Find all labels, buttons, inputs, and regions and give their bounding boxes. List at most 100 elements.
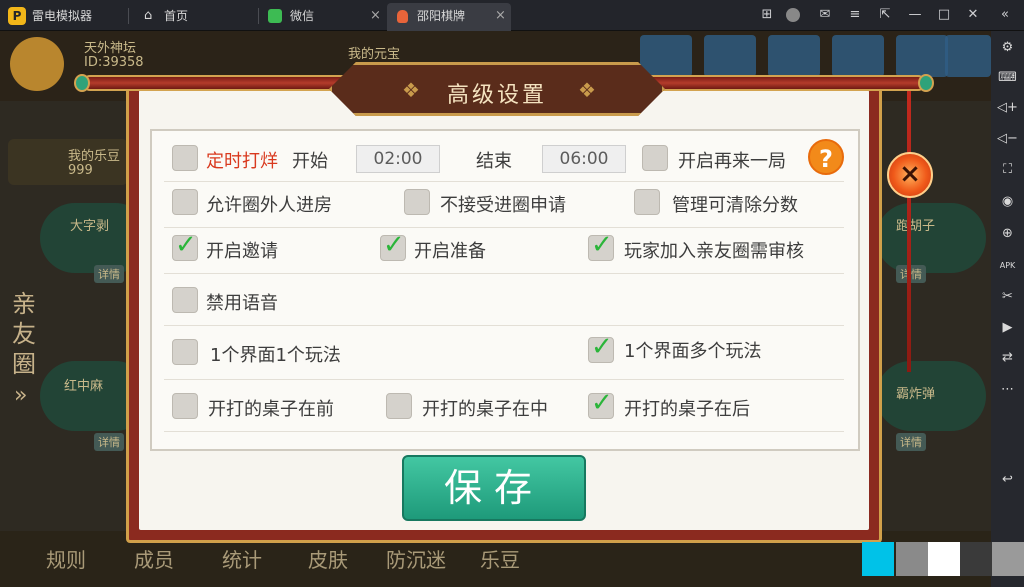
join-review-label: 玩家加入亲友圈需审核 xyxy=(624,241,804,262)
back-button[interactable] xyxy=(10,37,64,91)
color-swatch xyxy=(960,542,992,576)
check-icon: ✓ xyxy=(175,230,197,260)
minimize-icon[interactable]: — xyxy=(906,6,924,24)
enable-ready-label: 开启准备 xyxy=(414,241,486,262)
end-label: 结束 xyxy=(476,151,512,172)
keyboard-icon[interactable]: ⌨ xyxy=(997,67,1018,88)
disable-voice-label: 禁用语音 xyxy=(206,293,278,314)
close-dialog-button[interactable]: × xyxy=(887,152,933,198)
tab-game[interactable]: 邵阳棋牌 × xyxy=(387,3,511,31)
end-time-input[interactable]: 06:00 xyxy=(542,145,626,173)
checkbox-admin-clear-score[interactable] xyxy=(634,189,660,215)
add-window-icon[interactable]: ⊕ xyxy=(997,223,1018,244)
top-tab[interactable] xyxy=(896,35,948,77)
mail-icon[interactable]: ✉ xyxy=(816,6,834,24)
checkbox-reject-join[interactable] xyxy=(404,189,430,215)
detail-badge[interactable]: 详情 xyxy=(94,433,124,451)
scissors-icon[interactable]: ✂ xyxy=(997,286,1018,307)
restore-icon[interactable]: ⇱ xyxy=(876,6,894,24)
advanced-settings-dialog: ❖ 高级设置 ❖ 定时打烊 开始 02:00 结束 06:00 开启再来一局 ?… xyxy=(74,62,934,543)
collapse-icon[interactable]: « xyxy=(996,6,1014,24)
detail-badge[interactable]: 详情 xyxy=(94,265,124,283)
nav-members[interactable]: 成员 xyxy=(134,544,174,573)
row-divider xyxy=(164,273,844,274)
nav-skin[interactable]: 皮肤 xyxy=(308,544,348,573)
nav-stats[interactable]: 统计 xyxy=(222,544,262,573)
title-plaque: ❖ 高级设置 ❖ xyxy=(329,62,665,116)
ledou-value: 999 xyxy=(68,163,93,178)
color-swatch xyxy=(992,542,1024,576)
color-swatch xyxy=(896,542,928,576)
tab-separator xyxy=(128,8,129,24)
settings-gear-icon[interactable]: ⚙ xyxy=(997,37,1018,58)
checkbox-active-tables-first[interactable] xyxy=(172,393,198,419)
fullscreen-icon[interactable]: ⛶ xyxy=(997,159,1018,180)
tab-game-label: 邵阳棋牌 xyxy=(417,9,466,23)
row-divider xyxy=(164,181,844,182)
checkbox-active-tables-middle[interactable] xyxy=(386,393,412,419)
video-icon[interactable]: ▶ xyxy=(997,317,1018,338)
check-icon: ✓ xyxy=(591,230,613,260)
tassel-decoration xyxy=(907,82,911,372)
settings-panel: 定时打烊 开始 02:00 结束 06:00 开启再来一局 ? 允许圈外人进房 … xyxy=(150,129,860,451)
color-swatch xyxy=(928,542,960,576)
table-label: 霸炸弹 xyxy=(896,387,936,402)
close-tab-wechat-icon[interactable]: × xyxy=(370,3,381,29)
checkbox-active-tables-last[interactable]: ✓ xyxy=(588,388,614,419)
top-tab[interactable] xyxy=(945,35,991,77)
check-icon: ✓ xyxy=(591,388,613,418)
checkbox-allow-outsiders[interactable] xyxy=(172,189,198,215)
menu-icon[interactable]: ≡ xyxy=(846,6,864,24)
apk-icon[interactable]: APK xyxy=(997,255,1018,276)
table-label: 跑胡子 xyxy=(896,219,936,234)
tab-home-label: 首页 xyxy=(164,9,189,23)
close-tab-game-icon[interactable]: × xyxy=(495,3,506,29)
checkbox-join-review[interactable]: ✓ xyxy=(588,230,614,261)
tab-separator xyxy=(258,8,259,24)
tab-home[interactable]: ⌂ 首页 xyxy=(140,3,252,31)
sync-icon[interactable]: ⇄ xyxy=(997,347,1018,368)
checkbox-timed-close[interactable] xyxy=(172,145,198,171)
check-icon: ✓ xyxy=(591,332,613,362)
volume-down-icon[interactable]: ◁− xyxy=(997,128,1018,149)
table-label: 大字剥 xyxy=(70,219,110,234)
record-icon[interactable]: ◉ xyxy=(997,191,1018,212)
maximize-icon[interactable]: □ xyxy=(935,6,953,24)
side-label[interactable]: 亲友圈 xyxy=(10,289,38,379)
volume-up-icon[interactable]: ◁+ xyxy=(997,97,1018,118)
start-time-input[interactable]: 02:00 xyxy=(356,145,440,173)
nav-ledou[interactable]: 乐豆 xyxy=(480,544,520,573)
nav-anti-addiction[interactable]: 防沉迷 xyxy=(386,544,446,573)
start-label: 开始 xyxy=(292,151,328,172)
timed-close-label: 定时打烊 xyxy=(206,151,278,172)
nav-rules[interactable]: 规则 xyxy=(46,544,86,573)
tab-wechat[interactable]: 微信 × xyxy=(264,3,384,31)
wechat-icon xyxy=(268,9,282,23)
checkbox-restart-round[interactable] xyxy=(642,145,668,171)
side-arrow: » xyxy=(14,383,28,408)
game-icon xyxy=(397,10,408,23)
detail-badge[interactable]: 详情 xyxy=(896,265,926,283)
close-window-icon[interactable]: ✕ xyxy=(964,6,982,24)
dialog-title: 高级设置 xyxy=(446,83,547,108)
more-icon[interactable]: ⋯ xyxy=(997,379,1018,400)
save-button[interactable]: 保存 xyxy=(402,455,586,521)
checkbox-disable-voice[interactable] xyxy=(172,287,198,313)
emulator-toolbar: ⚙ ⌨ ◁+ ◁− ⛶ ◉ ⊕ APK ✂ ▶ ⇄ ⋯ ↩ xyxy=(991,31,1024,587)
detail-badge[interactable]: 详情 xyxy=(896,433,926,451)
checkbox-one-mode-per-screen[interactable] xyxy=(172,339,198,365)
back-arrow-icon[interactable]: ↩ xyxy=(997,469,1018,490)
gamepad-icon[interactable]: ⊞ xyxy=(758,6,776,24)
reject-join-label: 不接受进圈申请 xyxy=(440,195,566,216)
avatar-icon[interactable] xyxy=(786,8,800,22)
checkbox-enable-ready[interactable]: ✓ xyxy=(380,230,406,261)
ldplayer-logo-icon: P xyxy=(8,7,26,25)
checkbox-multi-mode-per-screen[interactable]: ✓ xyxy=(588,332,614,363)
help-button[interactable]: ? xyxy=(808,139,844,175)
game-table[interactable] xyxy=(876,203,986,273)
check-icon: ✓ xyxy=(383,230,405,260)
enable-invite-label: 开启邀请 xyxy=(206,241,278,262)
checkbox-enable-invite[interactable]: ✓ xyxy=(172,230,198,261)
active-tables-first-label: 开打的桌子在前 xyxy=(208,399,334,420)
player-name: 天外神坛 xyxy=(84,41,137,56)
